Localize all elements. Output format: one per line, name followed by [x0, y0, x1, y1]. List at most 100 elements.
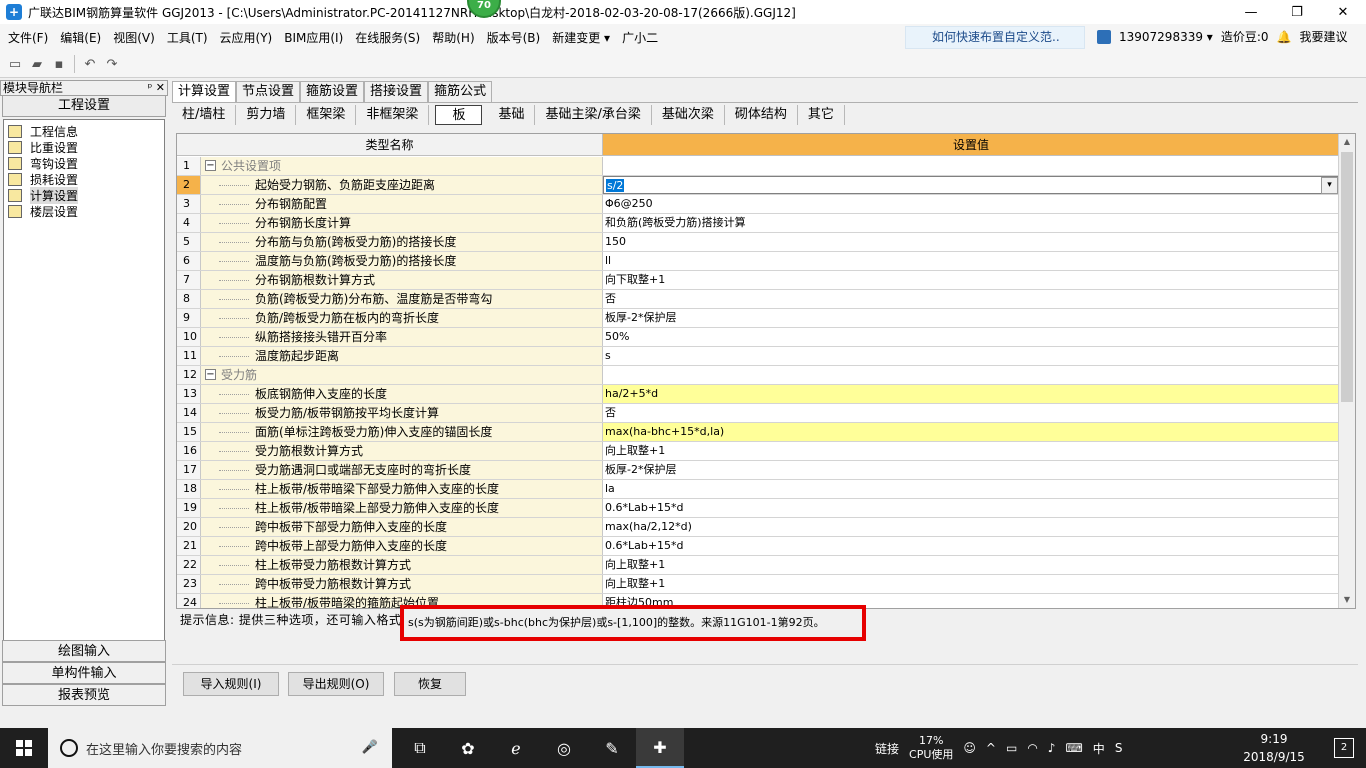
- clock[interactable]: 9:19 2018/9/15: [1236, 730, 1312, 766]
- scroll-up-icon[interactable]: ▲: [1339, 134, 1355, 150]
- subtab-frame-beam[interactable]: 框架梁: [296, 104, 357, 125]
- table-row[interactable]: 20 跨中板带下部受力筋伸入支座的长度 max(ha/2,12*d): [177, 518, 1339, 537]
- subtab-foundation-secondary-beam[interactable]: 基础次梁: [652, 104, 725, 125]
- setting-value[interactable]: Φ6@250: [603, 195, 1339, 213]
- table-row[interactable]: 5 分布筋与负筋(跨板受力筋)的搭接长度 150: [177, 233, 1339, 252]
- bean-balance[interactable]: 造价豆:0: [1221, 28, 1269, 45]
- task-view-icon[interactable]: ⧉: [396, 728, 444, 768]
- nav-item-floor[interactable]: 楼层设置: [4, 203, 164, 219]
- setting-value[interactable]: 板厚-2*保护层: [603, 309, 1339, 327]
- nav-item-density[interactable]: 比重设置: [4, 139, 164, 155]
- subtab-other[interactable]: 其它: [798, 104, 845, 125]
- table-row[interactable]: 6 温度筋与负筋(跨板受力筋)的搭接长度 ll: [177, 252, 1339, 271]
- setting-value[interactable]: 0.6*Lab+15*d: [603, 537, 1339, 555]
- setting-value[interactable]: 向下取整+1: [603, 271, 1339, 289]
- battery-icon[interactable]: ▭: [1006, 741, 1017, 755]
- nav-item-calc[interactable]: 计算设置: [4, 186, 164, 204]
- nav-section-project-settings[interactable]: 工程设置: [2, 96, 166, 117]
- row-name-cell[interactable]: 负筋/跨板受力筋在板内的弯折长度: [201, 309, 603, 327]
- row-name-cell[interactable]: 跨中板带下部受力筋伸入支座的长度: [201, 518, 603, 536]
- tab-calc-settings[interactable]: 计算设置: [172, 81, 237, 102]
- nav-item-hook[interactable]: 弯钩设置: [4, 155, 164, 171]
- scroll-thumb[interactable]: [1341, 152, 1353, 402]
- notification-center-icon[interactable]: 2: [1334, 738, 1354, 758]
- setting-value[interactable]: 向上取整+1: [603, 575, 1339, 593]
- row-name-cell[interactable]: − 公共设置项: [201, 157, 603, 175]
- row-name-cell[interactable]: 板底钢筋伸入支座的长度: [201, 385, 603, 403]
- table-row[interactable]: 11 温度筋起步距离 s: [177, 347, 1339, 366]
- table-row[interactable]: 9 负筋/跨板受力筋在板内的弯折长度 板厚-2*保护层: [177, 309, 1339, 328]
- subtab-foundation-main-beam[interactable]: 基础主梁/承台梁: [535, 104, 652, 125]
- row-name-cell[interactable]: 板受力筋/板带钢筋按平均长度计算: [201, 404, 603, 422]
- setting-value[interactable]: ha/2+5*d: [603, 385, 1339, 403]
- table-row[interactable]: 23 跨中板带受力筋根数计算方式 向上取整+1: [177, 575, 1339, 594]
- row-name-cell[interactable]: 跨中板带受力筋根数计算方式: [201, 575, 603, 593]
- menu-edit[interactable]: 编辑(E): [56, 29, 105, 46]
- row-name-cell[interactable]: 起始受力钢筋、负筋距支座边距离: [201, 176, 603, 194]
- setting-value[interactable]: 0.6*Lab+15*d: [603, 499, 1339, 517]
- table-row[interactable]: 12− 受力筋: [177, 366, 1339, 385]
- nav-drawing-input[interactable]: 绘图输入: [2, 640, 166, 662]
- keyboard-icon[interactable]: ⌨: [1065, 741, 1082, 755]
- chevron-down-icon[interactable]: ▾: [1321, 177, 1338, 194]
- row-name-cell[interactable]: 纵筋搭接接头错开百分率: [201, 328, 603, 346]
- row-name-cell[interactable]: 分布钢筋长度计算: [201, 214, 603, 232]
- row-name-cell[interactable]: 柱上板带/板带暗梁上部受力筋伸入支座的长度: [201, 499, 603, 517]
- table-row[interactable]: 21 跨中板带上部受力筋伸入支座的长度 0.6*Lab+15*d: [177, 537, 1339, 556]
- start-button[interactable]: [0, 728, 48, 768]
- nav-item-loss[interactable]: 损耗设置: [4, 171, 164, 187]
- collapse-icon[interactable]: −: [205, 160, 216, 171]
- tab-lap-settings[interactable]: 搭接设置: [364, 81, 429, 102]
- tab-node-settings[interactable]: 节点设置: [236, 81, 301, 102]
- setting-value[interactable]: max(ha-bhc+15*d,la): [603, 423, 1339, 441]
- table-row[interactable]: 17 受力筋遇洞口或端部无支座时的弯折长度 板厚-2*保护层: [177, 461, 1339, 480]
- setting-value[interactable]: s: [603, 347, 1339, 365]
- notes-app-icon[interactable]: ✎: [588, 728, 636, 768]
- subtab-slab[interactable]: 板: [435, 104, 483, 125]
- menu-bim[interactable]: BIM应用(I): [280, 29, 347, 46]
- subtab-column[interactable]: 柱/墙柱: [172, 104, 237, 125]
- table-row[interactable]: 7 分布钢筋根数计算方式 向下取整+1: [177, 271, 1339, 290]
- help-tip-link[interactable]: 如何快速布置自定义范..: [905, 26, 1085, 49]
- menu-file[interactable]: 文件(F): [4, 29, 52, 46]
- table-row[interactable]: 15 面筋(单标注跨板受力筋)伸入支座的锚固长度 max(ha-bhc+15*d,l…: [177, 423, 1339, 442]
- menu-assistant[interactable]: 广小二: [618, 29, 662, 46]
- ime-indicator[interactable]: 中: [1093, 740, 1105, 757]
- setting-value[interactable]: 和负筋(跨板受力筋)搭接计算: [603, 214, 1339, 232]
- row-name-cell[interactable]: 柱上板带受力筋根数计算方式: [201, 556, 603, 574]
- tab-stirrup-formula[interactable]: 箍筋公式: [428, 81, 493, 102]
- setting-value[interactable]: ll: [603, 252, 1339, 270]
- restore-button[interactable]: 恢复: [394, 672, 466, 696]
- table-row[interactable]: 8 负筋(跨板受力筋)分布筋、温度筋是否带弯勾 否: [177, 290, 1339, 309]
- table-row[interactable]: 1− 公共设置项: [177, 157, 1339, 176]
- menu-help[interactable]: 帮助(H): [428, 29, 478, 46]
- nav-report-preview[interactable]: 报表预览: [2, 684, 166, 706]
- table-row[interactable]: 22 柱上板带受力筋根数计算方式 向上取整+1: [177, 556, 1339, 575]
- menu-cloud[interactable]: 云应用(Y): [216, 29, 277, 46]
- undo-icon[interactable]: ↶: [79, 54, 101, 74]
- table-row[interactable]: 2 起始受力钢筋、负筋距支座边距离 s/2 ▾: [177, 176, 1339, 195]
- subtab-nonframe-beam[interactable]: 非框架梁: [356, 104, 430, 125]
- row-name-cell[interactable]: 分布筋与负筋(跨板受力筋)的搭接长度: [201, 233, 603, 251]
- table-row[interactable]: 10 纵筋搭接接头错开百分率 50%: [177, 328, 1339, 347]
- ie-icon[interactable]: ℯ: [492, 728, 540, 768]
- setting-value[interactable]: 50%: [603, 328, 1339, 346]
- tray-expand-icon[interactable]: ^: [986, 741, 996, 755]
- setting-value[interactable]: 否: [603, 404, 1339, 422]
- table-row[interactable]: 19 柱上板带/板带暗梁上部受力筋伸入支座的长度 0.6*Lab+15*d: [177, 499, 1339, 518]
- nav-pin-close-icon[interactable]: ᵖ ✕: [148, 81, 165, 95]
- subtab-foundation[interactable]: 基础: [488, 104, 536, 125]
- setting-value[interactable]: [603, 157, 1339, 175]
- setting-value-dropdown[interactable]: s/2 ▾: [603, 176, 1339, 194]
- wifi-icon[interactable]: ◠: [1027, 741, 1037, 755]
- row-name-cell[interactable]: 负筋(跨板受力筋)分布筋、温度筋是否带弯勾: [201, 290, 603, 308]
- row-name-cell[interactable]: 温度筋起步距离: [201, 347, 603, 365]
- subtab-masonry[interactable]: 砌体结构: [725, 104, 798, 125]
- menu-online[interactable]: 在线服务(S): [351, 29, 424, 46]
- minimize-button[interactable]: —: [1228, 0, 1274, 24]
- new-icon[interactable]: ▭: [4, 54, 26, 74]
- scroll-down-icon[interactable]: ▼: [1339, 592, 1355, 608]
- redo-icon[interactable]: ↷: [101, 54, 123, 74]
- suggest-button[interactable]: 我要建议: [1299, 28, 1347, 45]
- open-icon[interactable]: ▰: [26, 54, 48, 74]
